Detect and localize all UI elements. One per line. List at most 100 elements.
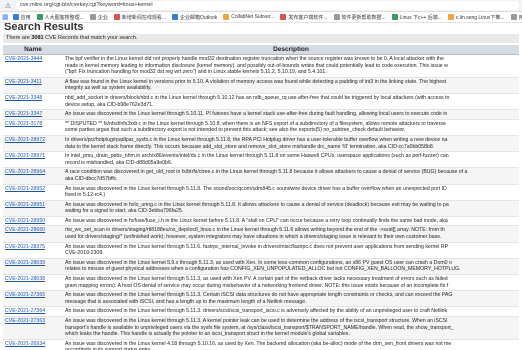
bookmark-item[interactable]: 人大图客搜整理... <box>36 14 84 21</box>
count-suffix: CVE Records that match your search. <box>43 35 138 41</box>
name-cell: CVE-2021-28660 <box>3 225 63 243</box>
bookmark-label: Linux 下c++ 后端... <box>399 14 442 21</box>
description-line: record is mishandled, aka CID-d88d05a9e0… <box>65 159 173 166</box>
bookmark-item[interactable]: 软件更新帮助数据... <box>333 14 386 21</box>
name-cell: CVE-2021-28038 <box>3 274 63 292</box>
description-line: reads in kernel memory leading to inform… <box>65 62 448 69</box>
bookmark-item[interactable]: 应用 <box>12 14 31 21</box>
name-cell: CVE-2021-27364 <box>3 306 63 317</box>
table-row: CVE-2021-28964 A race condition was disco… <box>3 167 519 185</box>
description-cell: ** DISPUTED ** fs/nfsd/nfs3xdr.c in the … <box>63 119 519 136</box>
description-cell: nbd_add_socket in drivers/block/nbd.c in… <box>63 93 519 111</box>
table-row: CVE-2021-26934 An issue was discovered in… <box>3 339 519 350</box>
bookmark-item[interactable]: 发布客户端软件... <box>280 14 328 21</box>
cve-link[interactable]: CVE-2021-3411 <box>5 79 42 85</box>
description-line: integrity as well as system availability… <box>65 85 152 92</box>
cve-link[interactable]: CVE-2021-28950 <box>5 218 45 224</box>
description-line: An issue was discovered in fs/fuse/fuse_… <box>65 217 448 224</box>
name-cell: CVE-2021-3411 <box>3 77 63 94</box>
apps-grid-icon[interactable]: ▦ <box>2 13 9 21</box>
cve-link[interactable]: CVE-2021-28964 <box>5 169 45 175</box>
name-cell: CVE-2021-26934 <box>3 339 63 350</box>
name-cell: CVE-2021-28950 <box>3 216 63 227</box>
bookmark-item[interactable]: c.lin.seng Linux下推... <box>447 14 505 21</box>
cve-link[interactable]: CVE-2021-28039 <box>5 260 45 266</box>
name-cell: CVE-2021-27365 <box>3 290 63 308</box>
table-row: CVE-2021-3178 ** DISPUTED ** fs/nfsd/nfs3… <box>3 119 519 136</box>
cve-link[interactable]: CVE-2021-3178 <box>5 121 42 127</box>
table-row: CVE-2021-28971 In intel_pmu_drain_pebs_nh… <box>3 151 519 169</box>
cve-link[interactable]: CVE-2021-27364 <box>5 308 45 314</box>
bookmark-favicon-icon <box>333 14 340 20</box>
table-row: CVE-2021-3347 An issue was discovered in … <box>3 109 519 120</box>
cve-link[interactable]: CVE-2021-28971 <box>5 153 45 159</box>
name-cell: CVE-2021-28972 <box>3 135 63 153</box>
description-line: used for drivers/staging/* (unfinished w… <box>65 234 442 241</box>
name-cell: CVE-2021-28964 <box>3 167 63 185</box>
result-count: 3081 <box>31 35 44 41</box>
lock-icon[interactable]: ⚠ <box>3 2 13 10</box>
name-cell: CVE-2021-3178 <box>3 119 63 136</box>
bookmark-label: 新增新闻在线观看... <box>121 14 166 21</box>
description-cell: An issue was discovered in the Linux ker… <box>63 258 519 276</box>
table-row: CVE-2021-27363 An issue was discovered in… <box>3 316 519 340</box>
bookmark-item[interactable]: 企业邮箱Outlook <box>172 14 217 21</box>
description-cell: The bpf verifier in the Linux kernel did… <box>63 54 519 78</box>
name-cell: CVE-2021-28971 <box>3 151 63 169</box>
bookmarks-bar: ▦ 应用 人大图客搜整理... 企业 新增新闻在线观看... 企业邮箱Outlook Co… <box>0 12 522 23</box>
cve-link[interactable]: CVE-2021-27365 <box>5 292 45 298</box>
description-line: An issue was discovered in the Linux ker… <box>65 243 449 250</box>
bookmark-label: 软件更新帮助数据... <box>341 14 386 21</box>
description-line: An issue was discovered in the Linux ker… <box>65 259 452 266</box>
table-row: CVE-2021-27365 An issue was discovered in… <box>3 290 519 308</box>
name-cell: CVE-2021-27363 <box>3 316 63 340</box>
description-line: message that is associated with iSCSI, a… <box>65 298 307 305</box>
name-cell: CVE-2021-28039 <box>3 258 63 276</box>
description-line: An issue was discovered in the Linux ker… <box>65 340 452 347</box>
cve-link[interactable]: CVE-2021-28038 <box>5 276 45 282</box>
url-field[interactable]: cve.mitre.org/cgi-bin/cvekey.cgi?keyword… <box>16 1 519 10</box>
table-row: CVE-2021-28950 An issue was discovered in… <box>3 216 519 227</box>
address-bar: ⚠ cve.mitre.org/cgi-bin/cvekey.cgi?keywo… <box>0 0 522 12</box>
results-table: Name Description CVE-2021-3444 The bpf ve… <box>3 45 519 350</box>
cve-link[interactable]: CVE-2021-28972 <box>5 137 45 143</box>
bookmark-label: 发布客户端软件... <box>288 14 328 21</box>
description-line: ** DISPUTED ** fs/nfsd/nfs3xdr.c in the … <box>65 120 446 127</box>
bookmark-favicon-icon <box>36 14 43 20</box>
cve-link[interactable]: CVE-2021-3444 <box>5 56 42 62</box>
bookmark-item[interactable]: CollabNet Subver... <box>223 14 274 20</box>
name-cell: CVE-2021-28951 <box>3 200 63 217</box>
name-cell: CVE-2021-3348 <box>3 93 63 111</box>
cve-link[interactable]: CVE-2021-28951 <box>5 202 45 208</box>
description-line: A flaw was found in the Linux kernel in … <box>65 78 447 85</box>
bookmark-favicon-icon <box>172 14 178 20</box>
bookmark-item[interactable]: 新增新闻在线观看... <box>113 14 166 21</box>
bookmark-label: 企业 <box>97 14 108 21</box>
description-line: aka CID-dbcc7d57bffc. <box>65 175 118 182</box>
description-cell: A race condition was discovered in get_o… <box>63 167 519 185</box>
bookmark-favicon-icon <box>113 14 120 20</box>
cve-link[interactable]: CVE-2021-27363 <box>5 318 45 324</box>
description-line: grant mapping errors). A host OS denial … <box>65 282 449 289</box>
cve-link[interactable]: CVE-2021-3348 <box>5 95 42 101</box>
description-line: An issue was discovered in the Linux ker… <box>65 185 447 192</box>
description-cell: An issue was discovered in fs/fuse/fuse_… <box>63 216 519 227</box>
cve-link[interactable]: CVE-2021-28952 <box>5 186 45 192</box>
cve-link[interactable]: CVE-2021-26934 <box>5 341 45 347</box>
description-cell: An issue was discovered in the Linux ker… <box>63 242 519 259</box>
bookmark-item[interactable]: 企业 <box>89 14 108 21</box>
table-row: CVE-2021-28660 rtw_wx_set_scan in drivers… <box>3 225 519 243</box>
table-row: CVE-2021-27364 An issue was discovered in… <box>3 306 519 317</box>
bookmark-favicon-icon <box>89 14 96 20</box>
bookmark-favicon-icon <box>280 14 287 20</box>
description-cell: An issue was discovered in the Linux ker… <box>63 109 519 120</box>
description-line: waiting for a signal to start, aka CID-3… <box>65 208 184 215</box>
cve-link[interactable]: CVE-2021-28375 <box>5 244 45 250</box>
cve-link[interactable]: CVE-2021-28660 <box>5 227 45 233</box>
bookmark-favicon-icon <box>391 14 398 20</box>
description-line: An issue was discovered in fs/io_uring.c… <box>65 201 449 208</box>
bookmark-item[interactable]: 用于编码(Link!) <box>510 14 522 21</box>
table-row: CVE-2021-3444 The bpf verifier in the Lin… <box>3 54 519 78</box>
cve-link[interactable]: CVE-2021-3347 <box>5 111 42 117</box>
bookmark-item[interactable]: Linux 下c++ 后端... <box>391 14 442 21</box>
